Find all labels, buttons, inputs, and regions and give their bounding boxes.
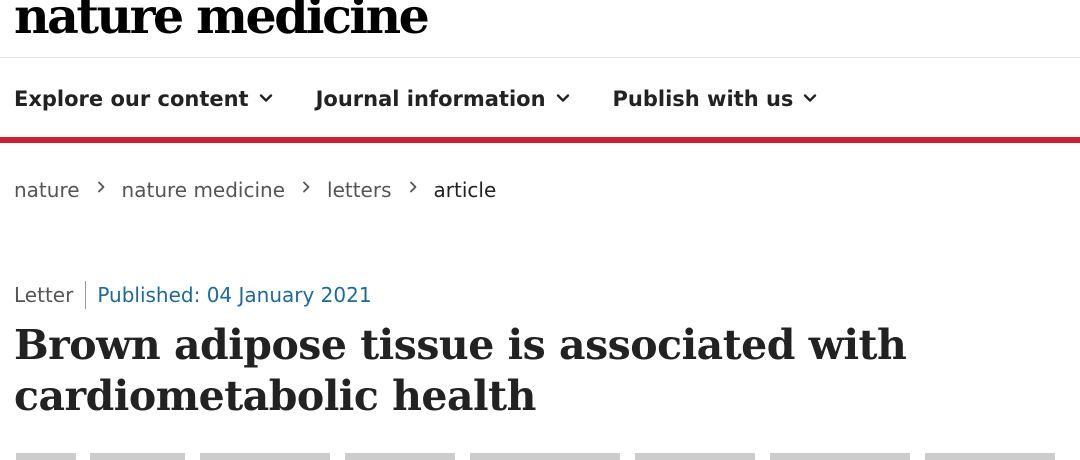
article-type: Letter (14, 283, 74, 307)
nav-item-label: Journal information (315, 87, 546, 111)
breadcrumb-nature[interactable]: nature (14, 178, 80, 202)
nav-publish-with-us[interactable]: Publish with us (613, 87, 819, 111)
breadcrumb-article: article (433, 178, 497, 202)
nav-item-label: Explore our content (14, 87, 249, 111)
article-page: nature medicine Explore our content Jour… (0, 0, 1080, 460)
header-divider (0, 57, 1080, 58)
breadcrumb: nature nature medicine letters article (14, 175, 496, 205)
nav-item-label: Publish with us (612, 87, 794, 111)
main-navigation: Explore our content Journal information … (14, 84, 818, 114)
meta-divider (85, 281, 87, 309)
published-date: Published: 04 January 2021 (97, 283, 372, 307)
chevron-right-icon (409, 181, 416, 193)
breadcrumb-letters[interactable]: letters (327, 178, 392, 202)
chevron-down-icon (259, 94, 272, 102)
chevron-down-icon (804, 94, 817, 102)
chevron-right-icon (97, 181, 104, 193)
cut-off-text-line (16, 453, 1055, 460)
chevron-right-icon (303, 181, 310, 193)
brand-accent-bar (0, 137, 1080, 143)
article-meta: Letter Published: 04 January 2021 (14, 280, 372, 310)
nature-medicine-logo[interactable]: nature medicine (14, 0, 430, 44)
chevron-down-icon (556, 94, 569, 102)
nav-journal-information[interactable]: Journal information (316, 87, 571, 111)
nav-explore-our-content[interactable]: Explore our content (14, 87, 274, 111)
article-title: Brown adipose tissue is associated with … (14, 321, 907, 420)
breadcrumb-nature-medicine[interactable]: nature medicine (122, 178, 285, 202)
